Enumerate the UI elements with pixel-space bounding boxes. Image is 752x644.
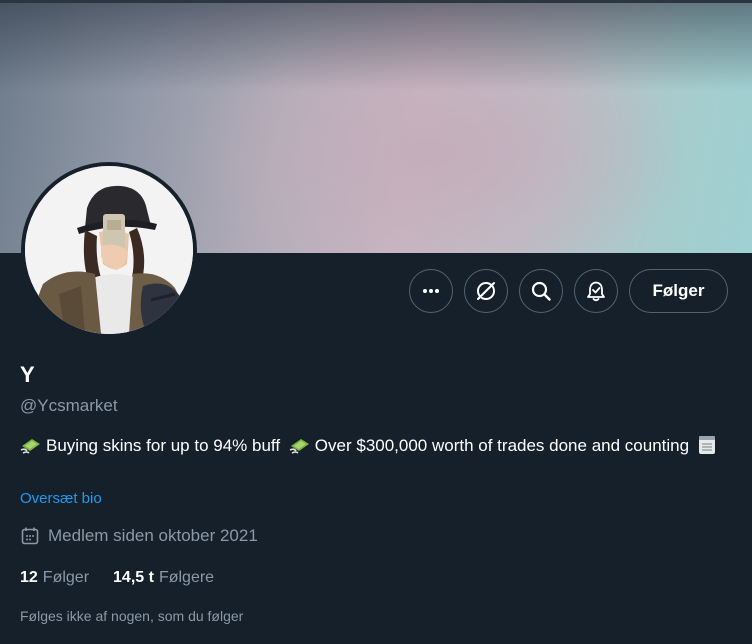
bell-notify-icon	[587, 281, 605, 302]
following-label: Følger	[42, 569, 90, 586]
more-icon	[423, 289, 439, 293]
follow-stats: 12 Følger 14,5 t Følgere	[20, 569, 214, 587]
calendar-icon	[21, 527, 39, 545]
bio-text-part2: Over $300,000 worth of trades done and c…	[314, 436, 690, 455]
following-count: 12	[20, 569, 38, 586]
profile-name: Y	[20, 362, 35, 387]
search-icon	[531, 281, 551, 301]
joined-date: Medlem siden oktober 2021	[20, 526, 258, 546]
money-with-wings-icon	[20, 439, 40, 454]
notify-button[interactable]	[574, 269, 618, 313]
bio-text-part1: Buying skins for up to 94% buff	[46, 436, 281, 455]
profile-handle: @Ycsmarket	[20, 396, 118, 415]
followed-by-note: Følges ikke af nogen, som du følger	[20, 608, 244, 624]
translate-bio-link[interactable]: Oversæt bio	[20, 490, 102, 507]
joined-text: Medlem siden oktober 2021	[48, 526, 258, 545]
search-button[interactable]	[519, 269, 563, 313]
following-stat[interactable]: 12 Følger	[20, 569, 89, 587]
following-button[interactable]: Følger	[629, 269, 728, 313]
avatar-image	[25, 166, 193, 334]
profile-bio: Buying skins for up to 94% buff Over $30…	[20, 433, 720, 458]
more-button[interactable]	[409, 269, 453, 313]
profile-avatar[interactable]	[21, 162, 197, 338]
grok-button[interactable]	[464, 269, 508, 313]
followers-stat[interactable]: 14,5 t Følgere	[113, 569, 214, 587]
followers-label: Følgere	[158, 569, 215, 586]
notepad-icon	[698, 436, 715, 454]
money-with-wings-icon	[289, 439, 309, 454]
grok-icon	[477, 282, 495, 300]
followers-count: 14,5 t	[113, 569, 154, 586]
